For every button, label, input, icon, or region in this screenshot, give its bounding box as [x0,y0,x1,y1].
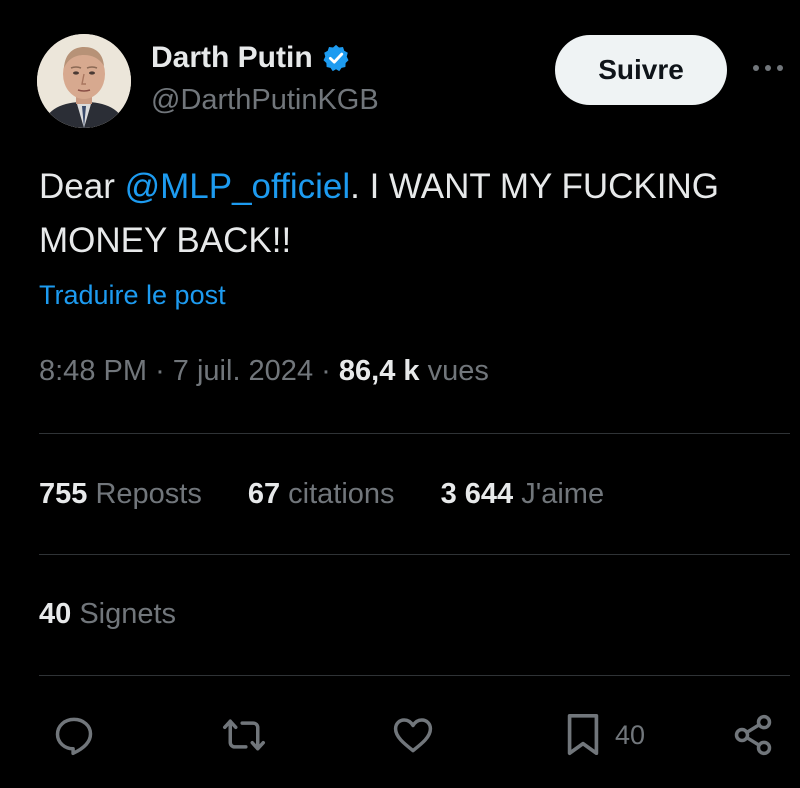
reply-icon [55,717,93,756]
likes-count: 3 644 [440,478,514,510]
share-button[interactable] [731,705,775,765]
likes-label: J'aime [521,478,605,510]
bookmarks-stat[interactable]: 40 Signets [39,598,176,631]
divider [39,433,790,434]
bookmark-button[interactable]: 40 [563,705,645,765]
quotes-count: 67 [247,478,281,510]
post-metadata: 8:48 PM · 7 juil. 2024 · 86,4 k vues [39,355,489,388]
more-horizontal-icon [753,65,783,71]
reply-button[interactable] [52,705,96,765]
more-options-button[interactable] [748,52,788,84]
mention-link[interactable]: @MLP_officiel [125,167,351,206]
like-button[interactable] [390,705,436,765]
engagement-stats: 755 Reposts 67 citations 3 644 J'aime [39,478,650,511]
tweet-text: Dear @MLP_officiel. I WANT MY FUCKING MO… [39,160,779,268]
post-date[interactable]: 7 juil. 2024 [173,355,313,387]
action-bar: 40 [0,705,800,765]
author-handle[interactable]: @DarthPutinKGB [151,84,379,117]
likes-stat[interactable]: 3 644 J'aime [441,478,605,511]
bookmarks-count: 40 [39,598,72,630]
verified-badge-icon [321,43,351,73]
repost-button[interactable] [221,705,267,765]
profile-photo-icon [37,34,131,128]
share-icon [734,714,772,756]
divider [39,675,790,676]
bookmark-icon [567,714,599,756]
follow-button[interactable]: Suivre [555,35,727,105]
tweet-text-start: Dear [39,167,125,206]
translate-post-link[interactable]: Traduire le post [39,280,226,311]
reposts-count: 755 [39,478,88,510]
tweet-detail: Darth Putin @DarthPutinKGB Suivre Dear @… [0,0,800,788]
reposts-label: Reposts [95,478,202,510]
bookmark-action-count: 40 [615,719,646,750]
post-time[interactable]: 8:48 PM [39,355,147,387]
display-name[interactable]: Darth Putin [151,41,313,75]
repost-icon [223,719,265,751]
views-count: 86,4 k [338,355,420,387]
bookmarks-label: Signets [79,598,177,630]
avatar[interactable] [37,34,131,128]
quotes-label: citations [288,478,395,510]
views-label: vues [427,355,489,387]
author-name-row[interactable]: Darth Putin [151,38,351,78]
reposts-stat[interactable]: 755 Reposts [39,478,202,511]
quotes-stat[interactable]: 67 citations [248,478,395,511]
heart-icon [393,718,433,753]
meta-separator: · [155,355,165,387]
meta-separator: · [321,355,331,387]
divider [39,554,790,555]
